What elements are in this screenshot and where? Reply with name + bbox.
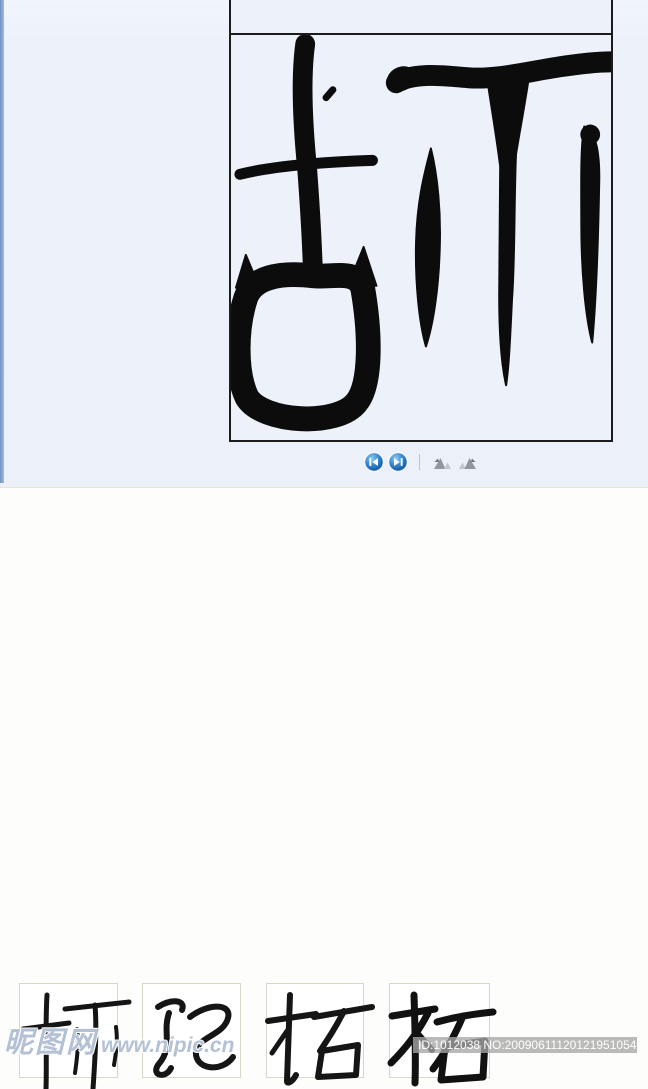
skip-first-icon <box>363 452 384 472</box>
thumbnail-item-2[interactable] <box>142 983 241 1078</box>
skip-last-icon <box>387 452 408 472</box>
thumbnail-item-1[interactable] <box>19 983 132 1089</box>
skip-first-button[interactable] <box>363 452 384 472</box>
controls-divider <box>418 454 420 470</box>
image-id-bar: ID:1012038 NO:20090611120121951054 <box>413 1037 637 1053</box>
viewer-canvas <box>231 35 611 438</box>
page-flip-back-icon <box>433 457 451 469</box>
thumbnail-item-4[interactable] <box>387 983 497 1087</box>
viewer-controls <box>229 450 613 474</box>
left-accent-strip <box>0 0 4 483</box>
viewer-header-area <box>231 0 611 35</box>
thumbnail-strip: 昵图网 www.nipic.cn ID:1012038 NO:2009061112… <box>0 487 648 1089</box>
flip-back-button[interactable] <box>432 454 452 471</box>
thumbnail-character-1 <box>20 992 132 1089</box>
character-viewer-panel <box>229 0 613 442</box>
page-flip-forward-icon <box>458 457 476 469</box>
flip-forward-button[interactable] <box>458 454 478 471</box>
workspace-background <box>0 0 648 487</box>
skip-last-button[interactable] <box>387 452 408 472</box>
thumbnail-character-3 <box>265 992 375 1086</box>
thumbnail-character-2 <box>153 998 236 1078</box>
main-character-seal-script <box>231 35 611 432</box>
thumbnail-item-3[interactable] <box>265 983 375 1086</box>
